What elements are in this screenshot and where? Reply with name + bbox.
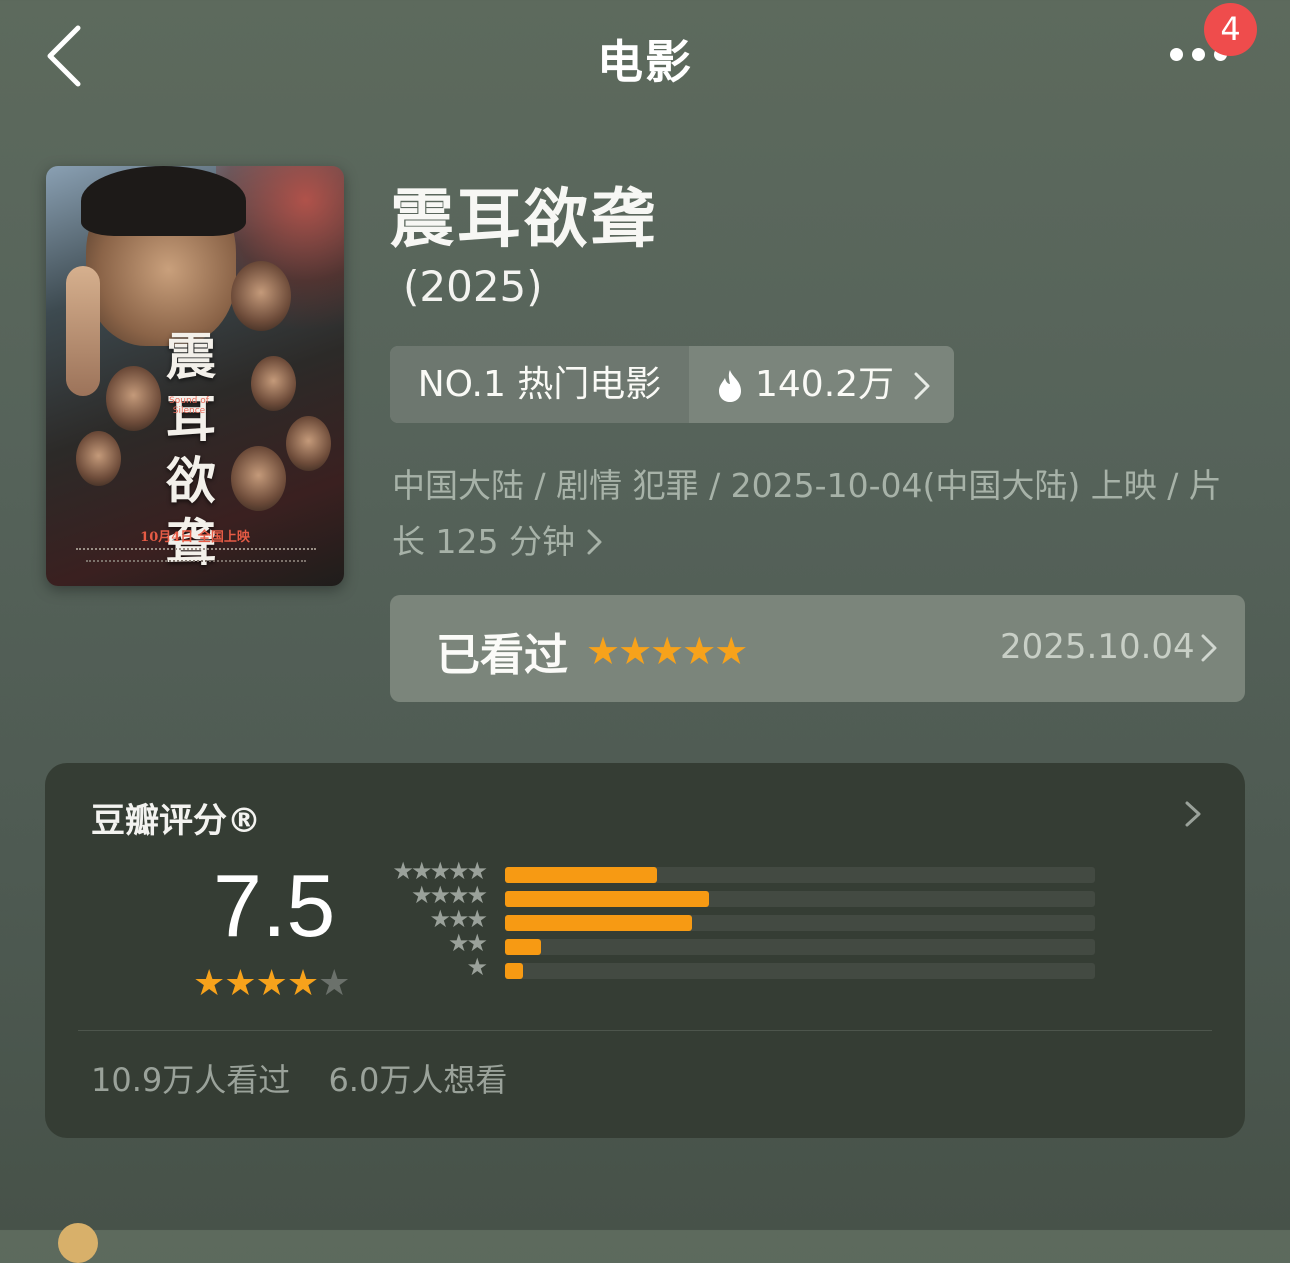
distribution-bar — [505, 939, 541, 955]
poster-figure — [286, 416, 331, 471]
distribution-row: ★ — [375, 953, 1095, 983]
top-bar: 电影 4 — [0, 0, 1290, 115]
distribution-bar — [505, 915, 692, 931]
distribution-bar — [505, 867, 657, 883]
poster-subtitle: Sound of Silence — [169, 396, 209, 416]
hot-rank-button[interactable]: NO.1 热门电影 140.2万 — [390, 346, 954, 423]
seen-count[interactable]: 10.9万人看过 — [91, 1061, 290, 1099]
chevron-right-icon — [587, 529, 602, 555]
movie-year: (2025) — [403, 262, 543, 311]
movie-title: 震耳欲聋 — [390, 183, 658, 257]
watched-status-button[interactable]: 已看过 ★★★★★ 2025.10.04 — [390, 595, 1245, 702]
poster-figure — [106, 366, 161, 431]
poster-figure — [251, 356, 296, 411]
rating-stars-filled: ★★★★ — [193, 963, 319, 1004]
meta-text: 中国大陆 / 剧情 犯罪 / 2025-10-04(中国大陆) 上映 / 片长 … — [392, 466, 1222, 561]
rating-score: 7.5 — [213, 856, 336, 955]
distribution-level-stars: ★ — [466, 953, 487, 981]
distribution-track — [505, 963, 1095, 979]
heat-count: 140.2万 — [755, 364, 895, 405]
douban-rating-card[interactable]: 豆瓣评分® 7.5 ★★★★★ ★★★★★ ★★★★ ★★★ ★★ ★ 10.9万人看过… — [45, 763, 1245, 1138]
notification-badge: 4 — [1204, 3, 1257, 56]
rating-stats: 10.9万人看过 6.0万人想看 — [91, 1055, 535, 1101]
rating-title: 豆瓣评分® — [91, 801, 261, 841]
poster-credits — [86, 560, 306, 566]
heat-section: 140.2万 — [689, 346, 954, 423]
movie-meta-info[interactable]: 中国大陆 / 剧情 犯罪 / 2025-10-04(中国大陆) 上映 / 片长 … — [392, 458, 1252, 570]
rating-stars: ★★★★★ — [193, 963, 350, 1004]
poster-release-date: 10月4日 全国上映 — [140, 530, 250, 545]
poster-finger — [66, 266, 100, 396]
distribution-track — [505, 939, 1095, 955]
chevron-right-icon[interactable] — [1183, 799, 1203, 829]
chevron-right-icon — [914, 372, 930, 400]
poster-credits — [76, 548, 316, 554]
poster-figure — [231, 261, 291, 331]
rank-label: NO.1 热门电影 — [390, 346, 689, 423]
movie-poster[interactable]: 震耳欲聋 Sound of Silence 10月4日 全国上映 — [46, 166, 344, 586]
page-title: 电影 — [597, 35, 693, 89]
watched-label: 已看过 — [436, 630, 568, 681]
divider — [78, 1030, 1212, 1031]
watched-date: 2025.10.04 — [1000, 627, 1195, 667]
fire-icon — [719, 370, 741, 402]
poster-hair — [81, 166, 246, 236]
distribution-bar — [505, 963, 523, 979]
want-count[interactable]: 6.0万人想看 — [328, 1061, 507, 1099]
poster-figure — [76, 431, 121, 486]
rating-stars-empty: ★ — [318, 963, 350, 1004]
distribution-bar — [505, 891, 709, 907]
avatar[interactable] — [58, 1223, 98, 1263]
poster-figure — [231, 446, 286, 511]
my-rating-stars: ★★★★★ — [586, 629, 748, 673]
chevron-right-icon — [1201, 634, 1217, 662]
